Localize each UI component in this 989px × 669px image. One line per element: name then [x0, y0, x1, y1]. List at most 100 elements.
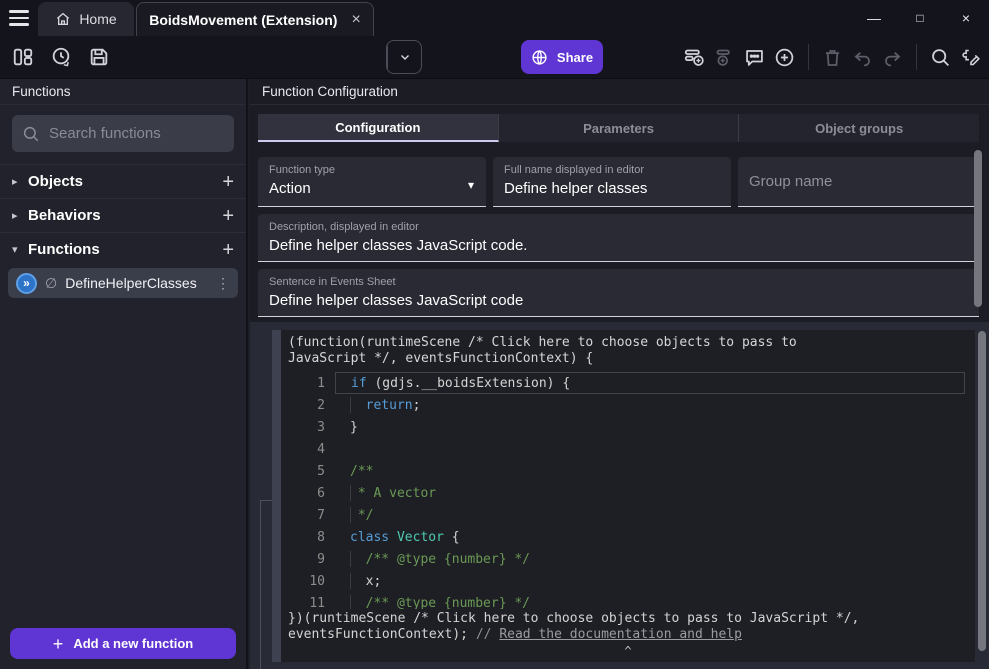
event-drag-handle[interactable] — [272, 330, 281, 662]
config-scrollbar[interactable] — [974, 150, 982, 307]
line-number: 10 — [281, 574, 325, 589]
toolbar-separator — [808, 44, 809, 70]
line-number: 11 — [281, 596, 325, 610]
collapse-chevron-icon[interactable]: ^ — [281, 644, 975, 662]
main-menu-button[interactable] — [0, 0, 38, 36]
code-line-text[interactable]: /** — [335, 460, 965, 482]
events-scrollbar[interactable] — [978, 331, 986, 651]
search-icon[interactable] — [930, 47, 951, 68]
toolbar-right-group — [684, 36, 981, 78]
line-number: 9 — [281, 552, 325, 567]
add-comment-icon[interactable] — [744, 47, 765, 68]
function-type-select[interactable]: Function type Action ▾ — [258, 157, 486, 207]
item-menu-icon[interactable]: ⋮ — [216, 275, 230, 292]
code-line[interactable]: 9 /** @type {number} */ — [281, 548, 975, 570]
undo-icon[interactable] — [852, 47, 873, 68]
tab-object-groups[interactable]: Object groups — [739, 114, 979, 142]
share-label: Share — [557, 50, 593, 65]
sidebar-item-functions[interactable]: ▾ Functions + — [0, 232, 246, 266]
code-line-text[interactable]: */ — [335, 504, 965, 526]
line-number: 5 — [281, 464, 325, 479]
code-line-text[interactable]: /** @type {number} */ — [335, 548, 965, 570]
add-behavior-button[interactable]: + — [222, 206, 234, 226]
code-line[interactable]: 4 — [281, 438, 975, 460]
tab-close-icon[interactable]: × — [351, 12, 360, 28]
delete-icon[interactable] — [822, 47, 843, 68]
search-icon — [22, 125, 40, 143]
titlebar: Home BoidsMovement (Extension) × — □ × — [0, 0, 989, 36]
search-functions-input[interactable]: Search functions — [12, 115, 234, 152]
toolbar: Preview Share — [0, 36, 989, 79]
minimize-button[interactable]: — — [851, 10, 897, 26]
preview-dropdown-button[interactable] — [388, 41, 421, 73]
share-button[interactable]: Share — [521, 40, 603, 74]
edit-extension-icon[interactable] — [960, 47, 981, 68]
line-number: 3 — [281, 420, 325, 435]
add-other-event-icon[interactable] — [774, 47, 795, 68]
sidebar-item-behaviors[interactable]: ▸ Behaviors + — [0, 198, 246, 232]
config-header: Function Configuration — [250, 79, 989, 105]
code-line-text[interactable]: /** @type {number} */ — [335, 592, 965, 609]
history-icon[interactable] — [50, 46, 72, 68]
code-line-text[interactable]: if (gdjs.__boidsExtension) { — [335, 372, 965, 394]
preview-split-button: Preview — [386, 40, 422, 74]
dropdown-caret-icon[interactable]: ▾ — [468, 178, 474, 192]
code-line[interactable]: 5 /** — [281, 460, 975, 482]
add-new-function-button[interactable]: + Add a new function — [10, 628, 236, 659]
tab-project-label: BoidsMovement (Extension) — [149, 12, 337, 28]
maximize-button[interactable]: □ — [897, 11, 943, 25]
js-code-event[interactable]: (function(runtimeScene /* Click here to … — [281, 330, 975, 662]
description-field[interactable]: Description, displayed in editor Define … — [258, 214, 979, 262]
full-name-field[interactable]: Full name displayed in editor Define hel… — [493, 157, 731, 207]
tab-project[interactable]: BoidsMovement (Extension) × — [136, 2, 374, 36]
code-line[interactable]: 7 */ — [281, 504, 975, 526]
code-line-text[interactable] — [335, 438, 965, 460]
chevron-right-icon[interactable]: ▸ — [12, 209, 28, 222]
code-line-text[interactable]: class Vector { — [335, 526, 965, 548]
tab-home[interactable]: Home — [38, 2, 134, 36]
code-line[interactable]: 10 x; — [281, 570, 975, 592]
code-line-text[interactable]: x; — [335, 570, 965, 592]
config-form: Function type Action ▾ Full name display… — [258, 157, 979, 317]
close-button[interactable]: × — [943, 10, 989, 26]
add-event-icon[interactable] — [684, 47, 705, 68]
code-line[interactable]: 8 class Vector { — [281, 526, 975, 548]
toolbar-separator — [916, 44, 917, 70]
add-object-button[interactable]: + — [222, 172, 234, 192]
add-subevent-icon[interactable] — [714, 47, 735, 68]
events-sheet: (function(runtimeScene /* Click here to … — [250, 322, 989, 669]
code-line[interactable]: 11 /** @type {number} */ — [281, 592, 975, 609]
config-tabs: Configuration Parameters Object groups — [258, 114, 979, 142]
save-icon[interactable] — [88, 46, 110, 68]
panels-icon[interactable] — [12, 46, 34, 68]
line-number: 8 — [281, 530, 325, 545]
tab-parameters[interactable]: Parameters — [499, 114, 740, 142]
chevron-down-icon[interactable]: ▾ — [12, 243, 28, 256]
code-header[interactable]: (function(runtimeScene /* Click here to … — [281, 330, 876, 369]
code-line[interactable]: 3} — [281, 416, 975, 438]
group-name-field[interactable]: Group name — [738, 157, 979, 207]
code-line-text[interactable]: } — [335, 416, 965, 438]
code-line[interactable]: 2 return; — [281, 394, 975, 416]
window-controls: — □ × — [851, 0, 989, 36]
documentation-link[interactable]: Read the documentation and help — [499, 627, 742, 642]
functions-sidebar: Functions Search functions ▸ Objects + ▸… — [0, 79, 248, 669]
code-line[interactable]: 1if (gdjs.__boidsExtension) { — [281, 372, 975, 394]
tab-configuration[interactable]: Configuration — [258, 114, 499, 142]
sidebar-item-objects[interactable]: ▸ Objects + — [0, 164, 246, 198]
redo-icon[interactable] — [882, 47, 903, 68]
function-item-label: DefineHelperClasses — [65, 275, 208, 291]
add-function-button[interactable]: + — [222, 240, 234, 260]
sidebar-header: Functions — [0, 79, 246, 105]
code-line[interactable]: 6 * A vector — [281, 482, 975, 504]
code-editor[interactable]: 1if (gdjs.__boidsExtension) {2 return;3}… — [281, 372, 975, 609]
line-number: 7 — [281, 508, 325, 523]
line-number: 4 — [281, 442, 325, 457]
code-footer: })(runtimeScene /* Click here to choose … — [281, 609, 973, 644]
sentence-field[interactable]: Sentence in Events Sheet Define helper c… — [258, 269, 979, 317]
function-item-definehelperclasses[interactable]: » ∅ DefineHelperClasses ⋮ — [8, 268, 238, 298]
code-line-text[interactable]: * A vector — [335, 482, 965, 504]
private-icon: ∅ — [45, 275, 57, 292]
chevron-right-icon[interactable]: ▸ — [12, 175, 28, 188]
code-line-text[interactable]: return; — [335, 394, 965, 416]
